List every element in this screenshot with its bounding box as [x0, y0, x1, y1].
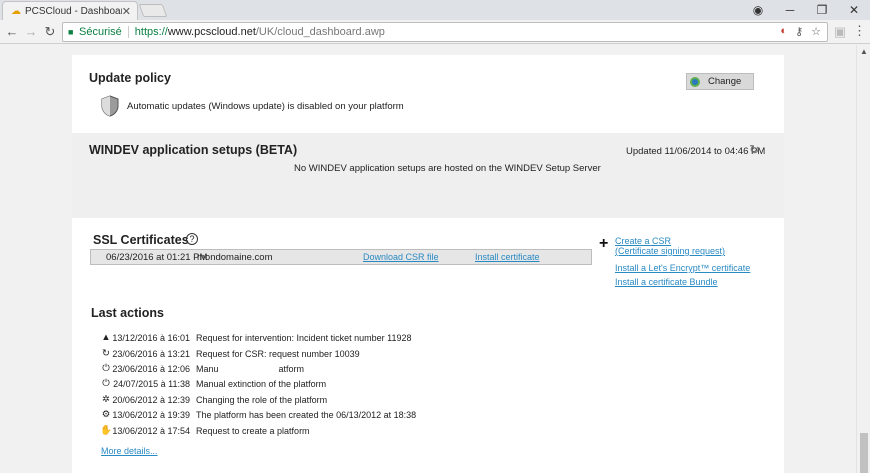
- action-text: Request to create a platform: [196, 425, 310, 436]
- list-item: ▲ 13/12/2016 à 16:01 Request for interve…: [100, 330, 411, 345]
- action-date: 24/07/2015 à 11:38: [113, 378, 190, 389]
- refresh-icon[interactable]: ↻: [749, 142, 760, 158]
- shield-icon: [101, 95, 119, 117]
- menu-icon[interactable]: ⋮: [853, 23, 866, 39]
- back-icon[interactable]: ←: [3, 23, 21, 41]
- change-icon: [690, 76, 700, 87]
- ssl-row-domain: mondomaine.com: [197, 252, 273, 263]
- action-date: 13/12/2016 à 16:01: [112, 332, 190, 343]
- maximize-button[interactable]: ❐: [806, 0, 838, 20]
- action-date: 13/06/2012 à 17:54: [112, 425, 190, 436]
- gears-icon: ⚙: [101, 409, 111, 420]
- browser-tab[interactable]: ☁ PCSCloud - Dashboard ✕: [2, 1, 138, 20]
- windev-title: WINDEV application setups (BETA): [89, 143, 298, 157]
- hand-icon: ✋: [100, 425, 112, 436]
- windev-updated: Updated 11/06/2014 to 04:46 PM: [626, 146, 766, 157]
- dashboard-content: Update policy Automatic updates (Windows…: [72, 55, 784, 473]
- omnibox-icons: ◐ ⚷ ☆: [780, 25, 821, 38]
- new-tab-button[interactable]: [138, 4, 168, 17]
- more-details-link[interactable]: More details...: [101, 446, 158, 456]
- last-actions-title: Last actions: [91, 306, 164, 320]
- warning-icon: ▲: [101, 332, 111, 343]
- action-date: 23/06/2016 à 12:06: [112, 363, 190, 374]
- gear-icon: ✲: [102, 394, 110, 405]
- minimize-button[interactable]: ─: [774, 0, 806, 20]
- csr-subtitle-link[interactable]: (Certificate signing request): [615, 246, 725, 256]
- list-item: ⚙ 13/06/2012 à 19:39 The platform has be…: [100, 407, 416, 422]
- secure-label: Sécurisé: [79, 26, 122, 38]
- close-tab-icon[interactable]: ✕: [122, 5, 131, 18]
- ssl-certificate-row: 06/23/2016 at 01:21 PM mondomaine.com Do…: [90, 249, 592, 265]
- star-icon[interactable]: ☆: [811, 25, 821, 38]
- url-host: www.pcscloud.net: [167, 26, 256, 38]
- action-date: 23/06/2016 à 13:21: [112, 348, 190, 359]
- action-text: Request for intervention: Incident ticke…: [196, 332, 412, 343]
- list-item: ⏻ 23/06/2016 à 12:06 Manu atform: [100, 361, 304, 376]
- scroll-up-icon[interactable]: ▲: [860, 47, 868, 56]
- tab-title: PCSCloud - Dashboard: [25, 5, 122, 17]
- url-scheme: https://: [134, 26, 168, 38]
- address-bar[interactable]: ■ Sécurisé https://www.pcscloud.net/UK/c…: [62, 22, 828, 42]
- action-text: Changing the role of the platform: [196, 394, 328, 405]
- action-text: The platform has been created the 06/13/…: [196, 409, 417, 420]
- action-text: Manual extinction of the platform: [196, 378, 327, 389]
- list-item: ✋ 13/06/2012 à 17:54 Request to create a…: [100, 423, 310, 438]
- action-text: Manu atform: [196, 363, 305, 374]
- omnibox-separator: [127, 26, 129, 38]
- forward-icon[interactable]: →: [22, 23, 40, 41]
- action-date: 13/06/2012 à 19:39: [112, 409, 190, 420]
- page-viewport: Update policy Automatic updates (Windows…: [0, 45, 870, 473]
- list-item: ↻ 23/06/2016 à 13:21 Request for CSR: re…: [100, 346, 360, 361]
- close-window-button[interactable]: ✕: [838, 0, 870, 20]
- blocked-icon[interactable]: ◐: [780, 25, 787, 38]
- change-button[interactable]: Change: [686, 73, 754, 90]
- windev-section: WINDEV application setups (BETA) Updated…: [72, 133, 784, 218]
- action-date: 20/06/2012 à 12:39: [112, 394, 190, 405]
- lets-encrypt-link[interactable]: Install a Let's Encrypt™ certificate: [615, 263, 750, 273]
- ssl-row-date: 06/23/2016 at 01:21 PM: [106, 252, 208, 263]
- key-icon[interactable]: ⚷: [795, 25, 803, 38]
- action-text: Request for CSR: request number 10039: [196, 348, 360, 359]
- power-icon: ⏻: [102, 378, 110, 389]
- scrollbar[interactable]: ▲: [856, 45, 870, 473]
- scroll-thumb[interactable]: [860, 433, 868, 473]
- list-item: ✲ 20/06/2012 à 12:39 Changing the role o…: [100, 392, 327, 407]
- help-icon[interactable]: ?: [186, 233, 198, 245]
- cloud-icon: ☁: [11, 5, 21, 17]
- ssl-title: SSL Certificates: [93, 233, 189, 247]
- create-csr-link[interactable]: Create a CSR: [615, 236, 671, 246]
- list-item: ⏻ 24/07/2015 à 11:38 Manual extinction o…: [100, 376, 326, 391]
- install-certificate-link[interactable]: Install certificate: [475, 252, 540, 262]
- reload-icon[interactable]: ↻: [41, 23, 59, 41]
- url-path: /UK/cloud_dashboard.awp: [255, 26, 385, 38]
- lock-icon: ■: [68, 27, 74, 37]
- update-policy-text: Automatic updates (Windows update) is di…: [127, 101, 404, 112]
- plus-icon: +: [599, 235, 609, 252]
- power-icon: ⏻: [102, 363, 110, 374]
- change-label: Change: [708, 76, 742, 87]
- download-csr-link[interactable]: Download CSR file: [363, 252, 439, 262]
- extension-icon[interactable]: ▣: [831, 23, 849, 41]
- certificate-bundle-link[interactable]: Install a certificate Bundle: [615, 277, 718, 287]
- browser-toolbar: ← → ↻ ■ Sécurisé https://www.pcscloud.ne…: [0, 20, 870, 44]
- windev-empty-text: No WINDEV application setups are hosted …: [294, 163, 601, 174]
- refresh-icon: ↻: [102, 348, 110, 359]
- tab-strip: ☁ PCSCloud - Dashboard ✕ ◉ ─ ❐ ✕: [0, 0, 870, 20]
- profile-icon[interactable]: ◉: [742, 0, 774, 20]
- update-policy-title: Update policy: [89, 71, 171, 85]
